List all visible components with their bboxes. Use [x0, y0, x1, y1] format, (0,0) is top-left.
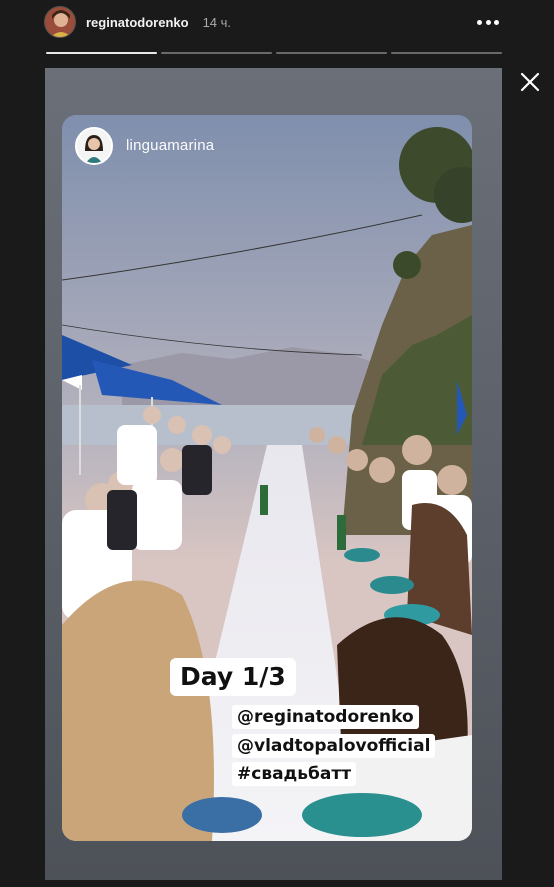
mention-tag[interactable]: @reginatodorenko: [232, 705, 419, 729]
more-horizontal-icon: [477, 19, 482, 25]
mention-tag[interactable]: @vladtopalovofficial: [232, 734, 436, 758]
close-icon: [520, 72, 540, 92]
story-content[interactable]: linguamarina Day 1/3 @reginatodorenko @v…: [45, 68, 502, 880]
shared-post[interactable]: linguamarina Day 1/3 @reginatodorenko @v…: [62, 115, 472, 841]
hashtag[interactable]: #свадьбатт: [232, 762, 357, 786]
story-progress-bar: [46, 52, 502, 54]
username[interactable]: reginatodorenko: [86, 15, 189, 30]
close-button[interactable]: [516, 68, 544, 96]
timestamp: 14 ч.: [202, 14, 232, 30]
day-sticker: Day 1/3: [170, 658, 296, 696]
author-avatar[interactable]: [75, 127, 113, 165]
story-header: reginatodorenko 14 ч.: [44, 6, 502, 38]
more-options-button[interactable]: [474, 12, 502, 32]
progress-segment: [46, 52, 157, 54]
user-avatar[interactable]: [44, 6, 76, 38]
dinner-photo: [62, 115, 472, 841]
progress-segment: [161, 52, 272, 54]
progress-segment: [391, 52, 502, 54]
progress-segment: [276, 52, 387, 54]
author-username[interactable]: linguamarina: [126, 137, 214, 154]
